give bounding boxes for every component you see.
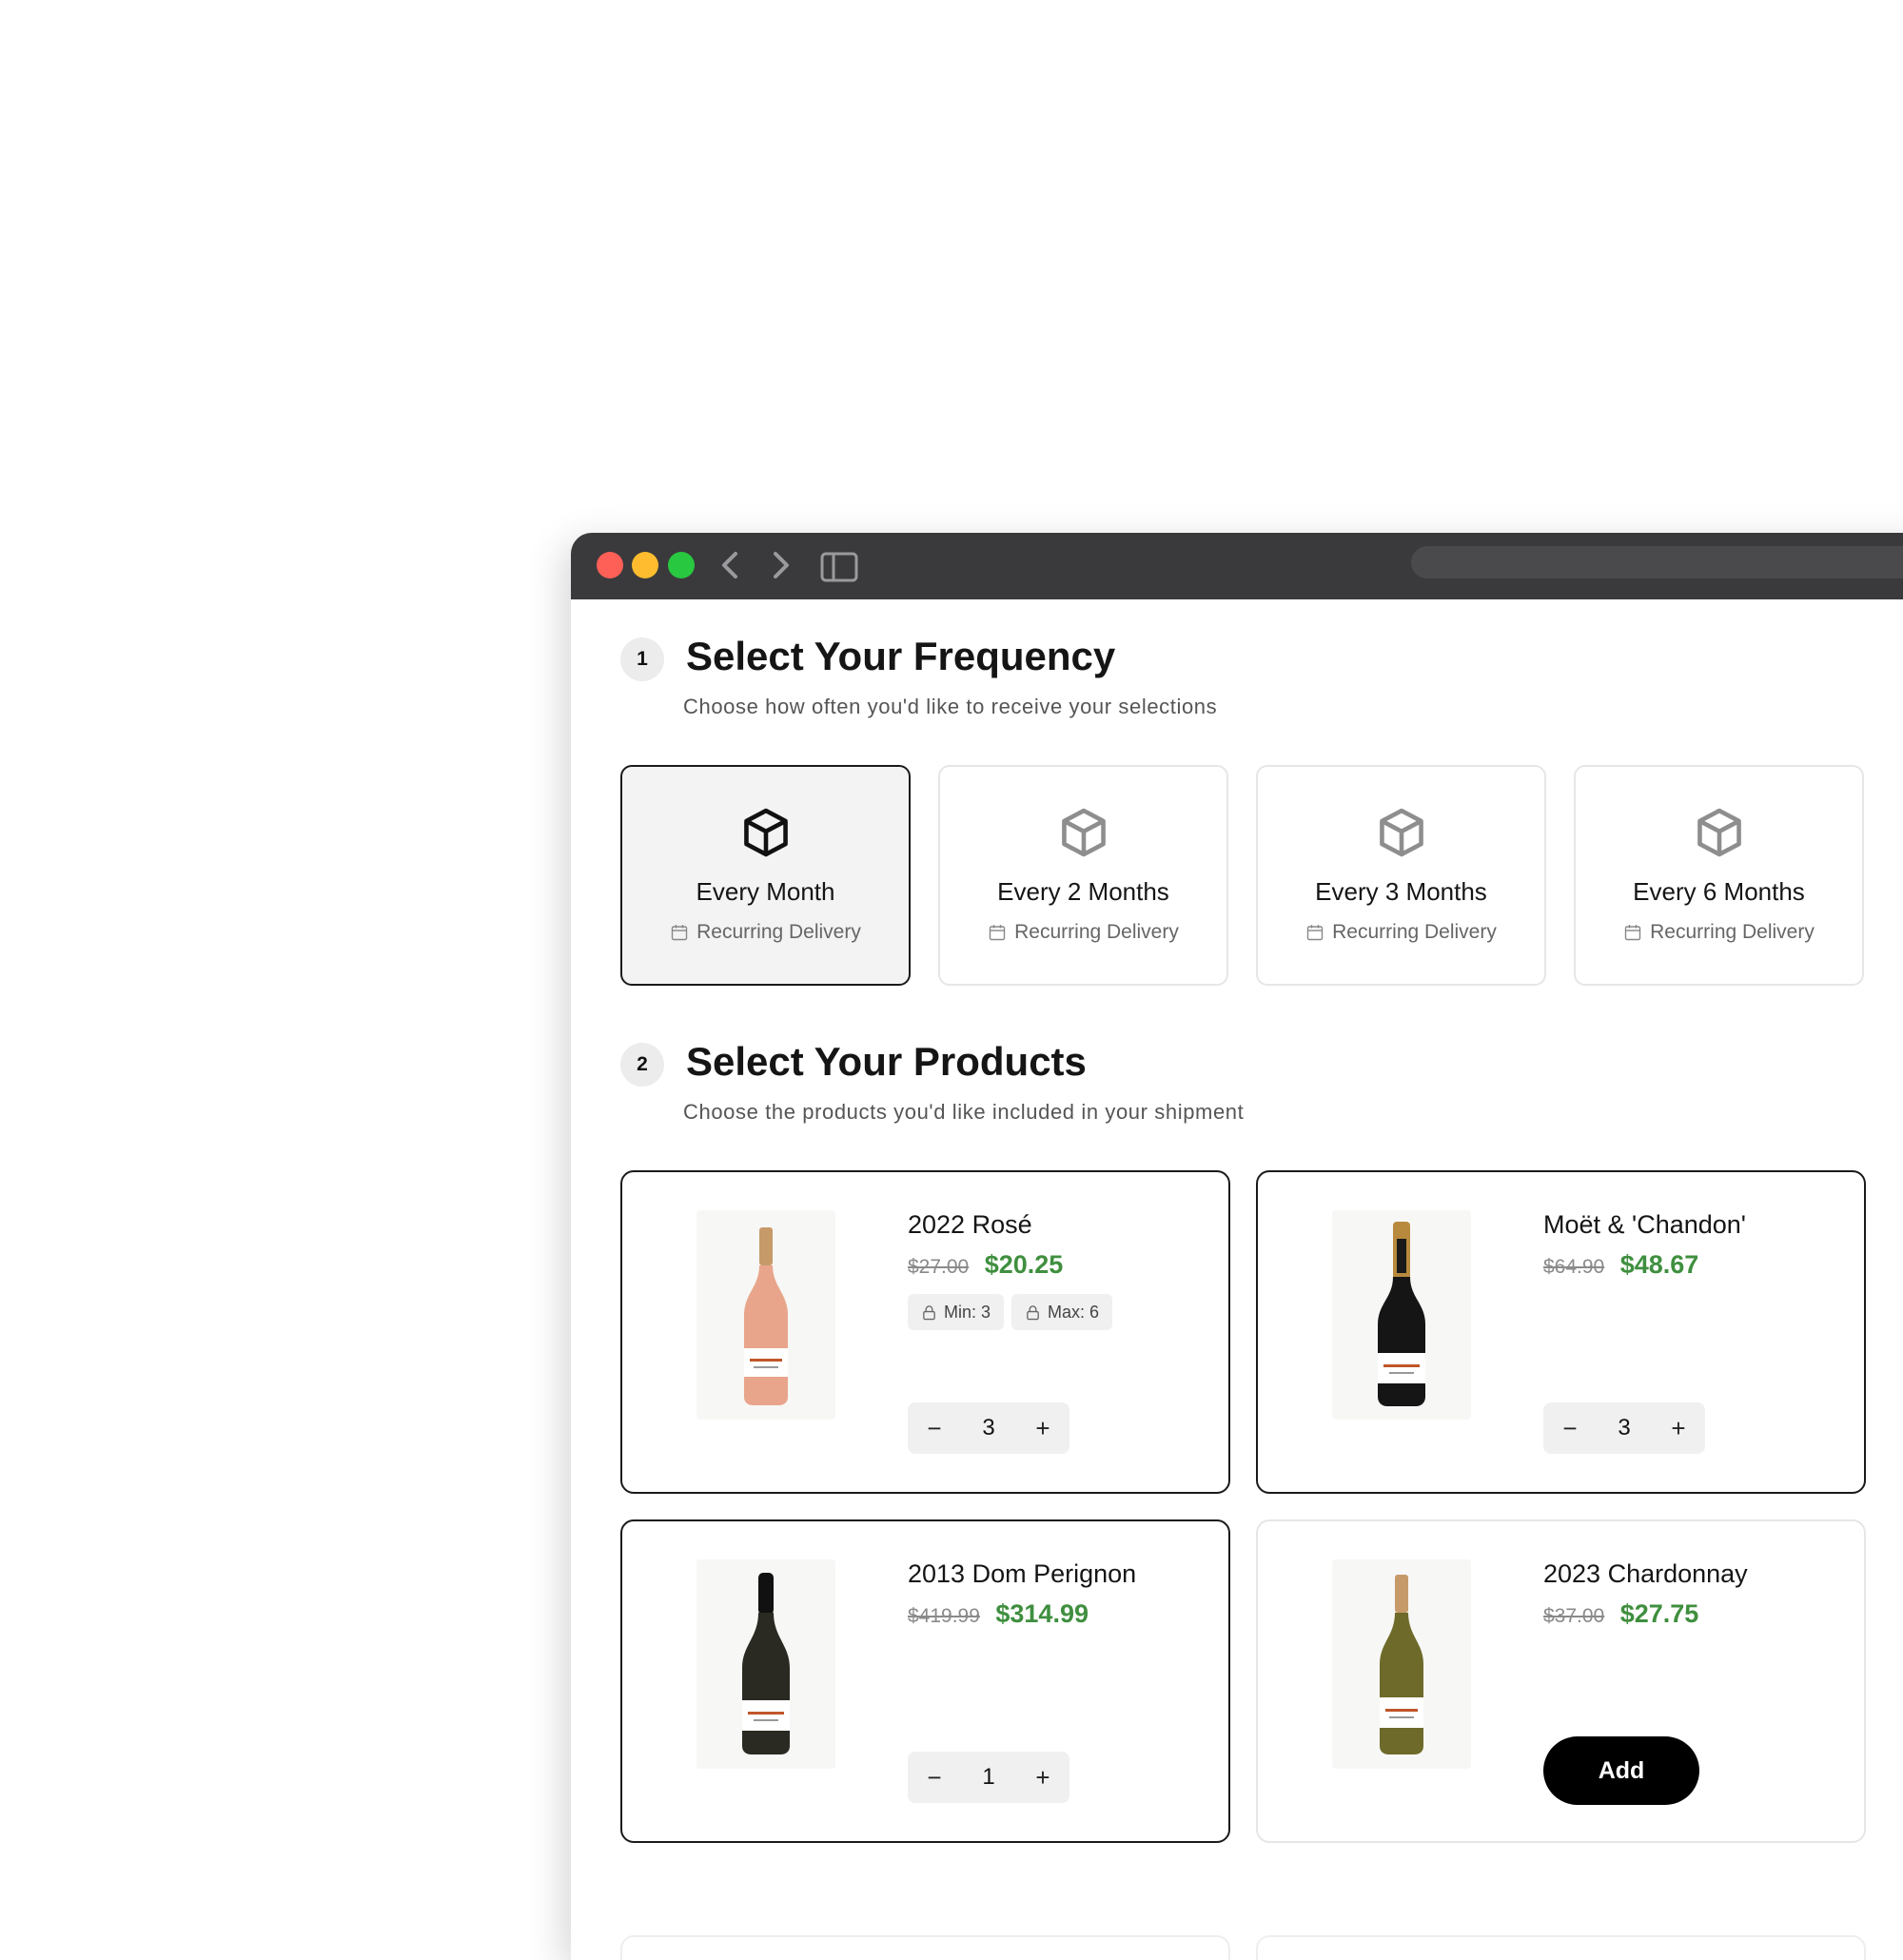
box-icon [1379,808,1423,857]
quantity-stepper: − 3 + [908,1402,1069,1454]
product-name: 2022 Rosé [908,1210,1032,1239]
quantity-value: 3 [982,1415,995,1441]
sale-price: $314.99 [995,1599,1089,1628]
min-quantity-chip: Min: 3 [908,1294,1005,1330]
wine-bottle-icon [744,1227,788,1405]
original-price: $37.00 [1543,1605,1605,1627]
original-price: $27.00 [908,1256,970,1278]
chevron-right-icon[interactable] [763,548,797,582]
frequency-option-every-6-months[interactable]: Every 6 Months Recurring Delivery [1574,765,1864,986]
quantity-stepper: − 3 + [1543,1402,1705,1454]
product-card-moet-chandon[interactable]: Moët & 'Chandon' $64.90 $48.67 − 3 + [1256,1170,1866,1494]
products-section-subtitle: Choose the products you'd like included … [683,1100,1245,1124]
price-row: $64.90 $48.67 [1543,1250,1698,1280]
calendar-icon [1624,925,1641,941]
box-icon [1061,808,1106,857]
product-name: Moët & 'Chandon' [1543,1210,1746,1239]
frequency-sub: Recurring Delivery [622,921,909,944]
product-card-partial[interactable] [620,1935,1230,1960]
product-image-dom-perignon [696,1559,835,1769]
lock-icon [923,1304,935,1320]
product-name: 2023 Chardonnay [1543,1559,1748,1588]
quantity-stepper: − 1 + [908,1752,1069,1803]
lock-icon [1027,1304,1039,1320]
original-price: $419.99 [908,1605,980,1627]
address-bar[interactable] [1411,546,1903,578]
frequency-label: Every 6 Months [1633,877,1805,906]
product-image-moet [1332,1210,1471,1420]
quantity-value: 3 [1618,1415,1631,1441]
product-card-2022-rose[interactable]: 2022 Rosé $27.00 $20.25 Min: 3 Max: 6 − … [620,1170,1230,1494]
frequency-sub-label: Recurring Delivery [1650,921,1815,943]
box-icon [1697,808,1741,857]
quantity-value: 1 [982,1764,995,1790]
step-2-badge: 2 [620,1043,664,1087]
page-content: 1 Select Your Frequency Choose how often… [571,599,1903,1960]
frequency-sub: Recurring Delivery [1576,921,1862,944]
close-window-button[interactable] [597,552,623,578]
calendar-icon [671,925,688,941]
price-row: $37.00 $27.75 [1543,1599,1698,1629]
quantity-limits: Min: 3 Max: 6 [908,1294,1113,1330]
product-card-dom-perignon[interactable]: 2013 Dom Perignon $419.99 $314.99 − 1 + [620,1519,1230,1843]
frequency-sub-label: Recurring Delivery [696,921,861,943]
price-row: $27.00 $20.25 [908,1250,1063,1280]
frequency-sub: Recurring Delivery [1258,921,1544,944]
minimize-window-button[interactable] [632,552,658,578]
frequency-option-every-2-months[interactable]: Every 2 Months Recurring Delivery [938,765,1228,986]
min-quantity-label: Min: 3 [944,1302,991,1322]
sale-price: $48.67 [1619,1250,1699,1279]
frequency-sub-label: Recurring Delivery [1014,921,1179,943]
product-card-2023-chardonnay[interactable]: 2023 Chardonnay $37.00 $27.75 Add [1256,1519,1866,1843]
chevron-left-icon[interactable] [714,548,748,582]
sale-price: $20.25 [984,1250,1064,1279]
box-icon [743,808,788,857]
sidebar-toggle-icon[interactable] [820,552,858,582]
frequency-label: Every 3 Months [1315,877,1487,906]
frequency-option-every-month[interactable]: Every Month Recurring Delivery [620,765,911,986]
browser-window: 1 Select Your Frequency Choose how often… [571,533,1903,1960]
calendar-icon [989,925,1006,941]
decrease-quantity-button[interactable]: − [915,1409,953,1447]
decrease-quantity-button[interactable]: − [1551,1409,1589,1447]
increase-quantity-button[interactable]: + [1024,1409,1062,1447]
frequency-sub: Recurring Delivery [940,921,1226,944]
step-1-badge: 1 [620,637,664,681]
frequency-label: Every 2 Months [997,877,1169,906]
sale-price: $27.75 [1619,1599,1699,1628]
wine-bottle-icon [1380,1575,1423,1754]
price-row: $419.99 $314.99 [908,1599,1089,1629]
increase-quantity-button[interactable]: + [1024,1758,1062,1796]
calendar-icon [1306,925,1324,941]
max-quantity-label: Max: 6 [1048,1302,1100,1322]
add-to-shipment-button[interactable]: Add [1543,1736,1699,1805]
max-quantity-chip: Max: 6 [1011,1294,1113,1330]
frequency-label: Every Month [696,877,835,906]
frequency-section-subtitle: Choose how often you'd like to receive y… [683,695,1218,718]
frequency-section-title: Select Your Frequency [686,634,1116,678]
decrease-quantity-button[interactable]: − [915,1758,953,1796]
frequency-sub-label: Recurring Delivery [1332,921,1497,943]
increase-quantity-button[interactable]: + [1659,1409,1697,1447]
product-image-chardonnay [1332,1559,1471,1769]
product-card-partial[interactable] [1256,1935,1866,1960]
products-section-title: Select Your Products [686,1039,1087,1084]
product-image-rose [696,1210,835,1420]
champagne-bottle-icon [1378,1222,1425,1406]
browser-titlebar [571,533,1903,599]
champagne-bottle-icon [742,1573,790,1754]
frequency-option-every-3-months[interactable]: Every 3 Months Recurring Delivery [1256,765,1546,986]
product-name: 2013 Dom Perignon [908,1559,1137,1588]
original-price: $64.90 [1543,1256,1605,1278]
maximize-window-button[interactable] [668,552,695,578]
